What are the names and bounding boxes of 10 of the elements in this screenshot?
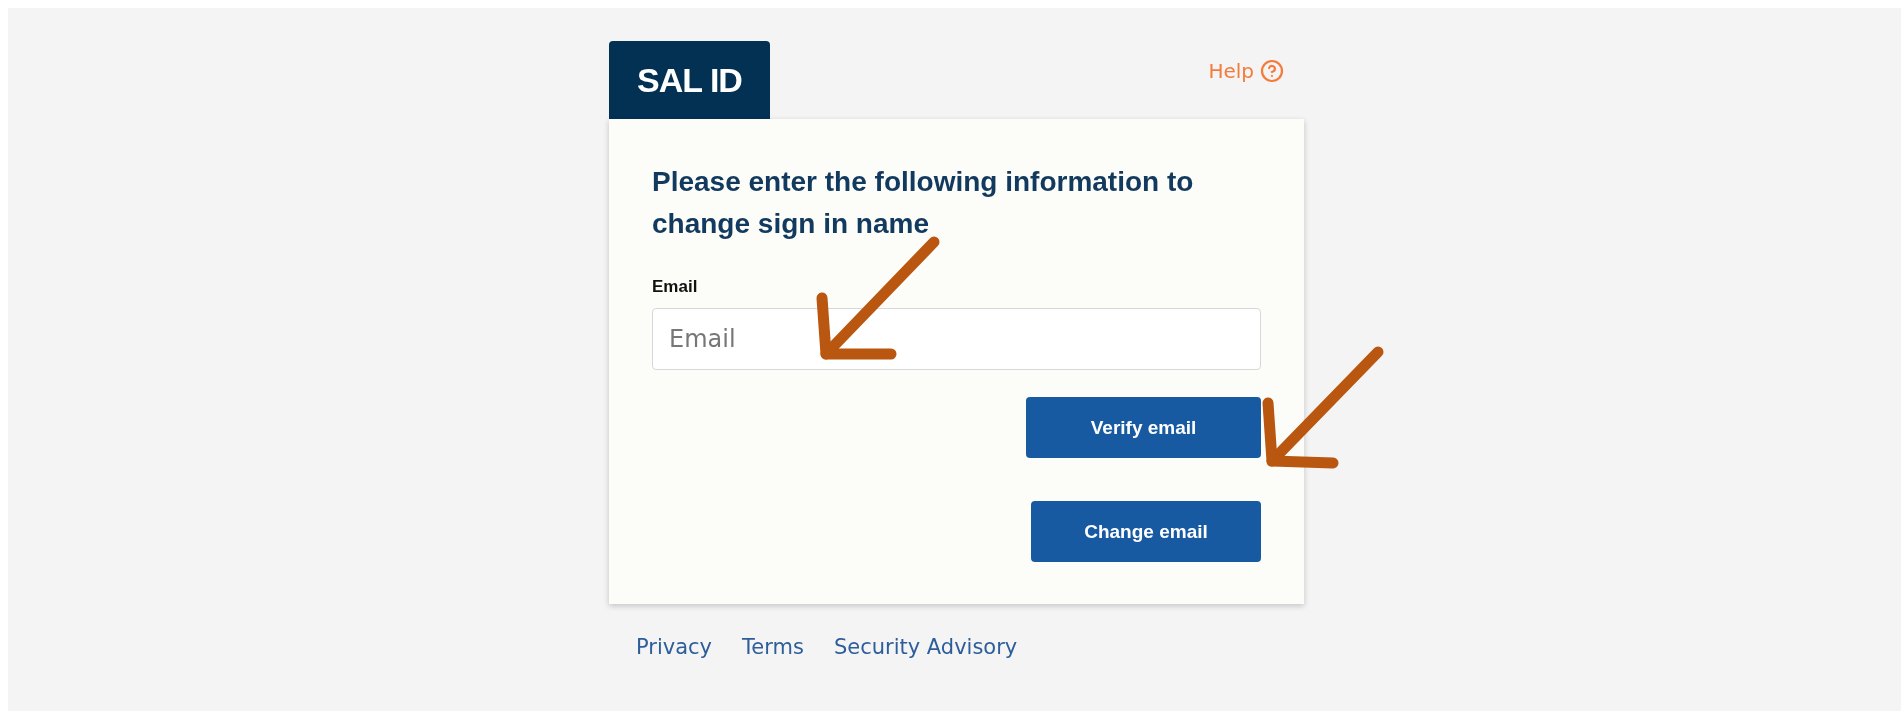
verify-button[interactable]: Verify email bbox=[1026, 397, 1261, 458]
email-field[interactable]: Email bbox=[652, 308, 1261, 370]
footer-link[interactable]: Security Advisory bbox=[833, 635, 1018, 659]
field-label: Email bbox=[652, 277, 699, 297]
footer-link[interactable]: Terms bbox=[742, 635, 804, 659]
footer-link[interactable]: Privacy bbox=[636, 635, 713, 659]
change-button[interactable]: Change email bbox=[1031, 501, 1261, 562]
help-icon bbox=[1260, 59, 1284, 83]
form-title: Please enter the following information to change sign in name bbox=[652, 165, 1195, 241]
logo: SAL ID bbox=[609, 41, 770, 119]
